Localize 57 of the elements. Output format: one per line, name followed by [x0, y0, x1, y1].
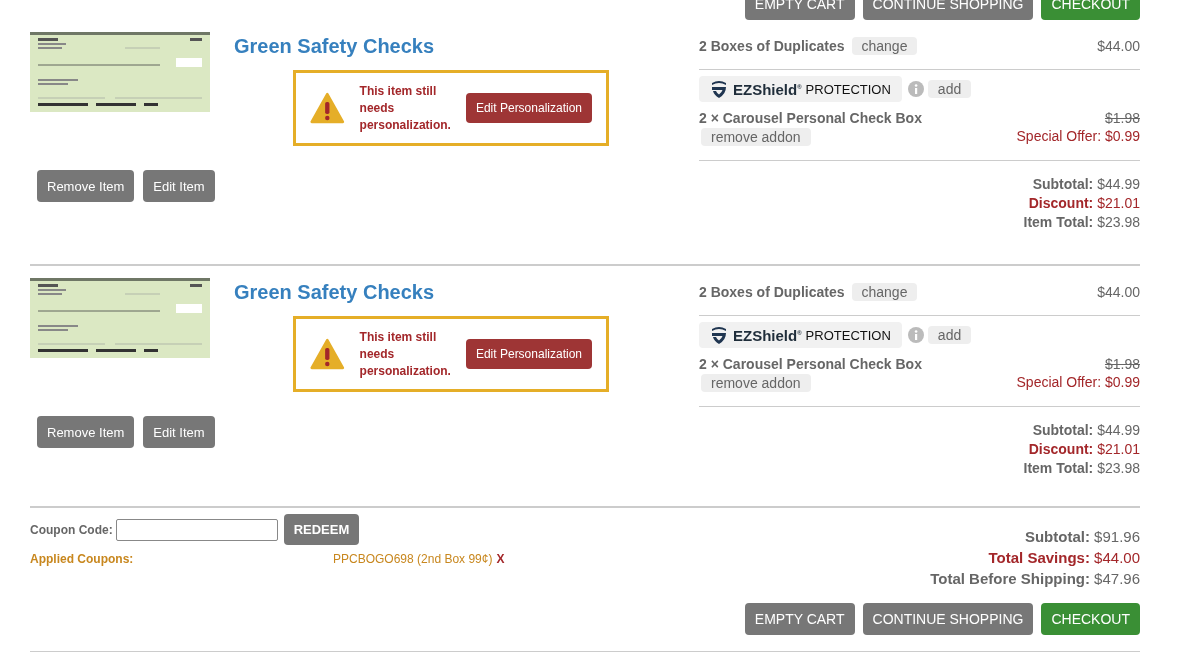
- addon-name: 2 × Carousel Personal Check Box: [699, 356, 922, 372]
- item-action-button[interactable]: Remove Item: [37, 170, 135, 202]
- info-icon[interactable]: [907, 81, 924, 97]
- item-total-line: Discount: $21.01: [1028, 194, 1140, 213]
- product-title[interactable]: Green Safety Checks: [234, 278, 699, 306]
- original-price: $1.98: [1104, 356, 1140, 372]
- special-offer-price: Special Offer: $0.99: [1016, 374, 1140, 390]
- coupon-label: Coupon Code:: [30, 522, 113, 537]
- product-title[interactable]: Green Safety Checks: [234, 32, 699, 60]
- item-total-line: Subtotal: $44.99: [1032, 175, 1140, 194]
- order-total-line: Total Before Shipping: $47.96: [930, 569, 1140, 589]
- remove-addon-button[interactable]: remove addon: [701, 374, 811, 392]
- brand-name: EZShield$^{®}$: [733, 326, 802, 344]
- order-total-line: Total Savings: $44.00: [988, 548, 1140, 568]
- change-button[interactable]: change: [851, 37, 918, 55]
- shield-icon: [709, 79, 729, 99]
- item-action-button[interactable]: Edit Item: [143, 170, 215, 202]
- cart-action-button[interactable]: CONTINUE SHOPPING: [862, 603, 1034, 635]
- item-total-line: Item Total: $23.98: [1023, 213, 1140, 232]
- edit-personalization-button[interactable]: Edit Personalization: [465, 93, 592, 123]
- option-price: $44.00: [1097, 38, 1140, 54]
- order-total-line: Subtotal: $91.96: [1024, 527, 1140, 547]
- change-button[interactable]: change: [851, 283, 918, 301]
- remove-addon-button[interactable]: remove addon: [701, 128, 811, 146]
- protection-label: PROTECTION: [805, 327, 891, 343]
- remove-coupon-link[interactable]: X: [496, 552, 505, 566]
- option-label: 2 Boxes of Duplicates: [699, 38, 845, 54]
- warning-icon: [310, 90, 345, 126]
- protection-label: PROTECTION: [805, 81, 891, 97]
- coupon-input-field[interactable]: [115, 518, 278, 541]
- applied-coupons-label: Applied Coupons:: [30, 552, 135, 566]
- warning-icon: [310, 336, 345, 372]
- item-action-button[interactable]: Edit Item: [143, 416, 215, 448]
- cart-action-button[interactable]: CHECKOUT: [1041, 0, 1140, 20]
- brand-name: EZShield$^{®}$: [733, 80, 802, 98]
- add-button[interactable]: add: [927, 326, 972, 344]
- cart-action-button[interactable]: EMPTY CART: [744, 603, 855, 635]
- add-button[interactable]: add: [927, 80, 972, 98]
- shield-icon: [709, 325, 729, 345]
- coupon-code: PPCBOGO698 (2nd Box 99¢): [333, 552, 493, 566]
- cart-action-button[interactable]: CONTINUE SHOPPING: [862, 0, 1034, 20]
- edit-personalization-button[interactable]: Edit Personalization: [465, 339, 592, 369]
- original-price: $1.98: [1104, 110, 1140, 126]
- redeem-button[interactable]: REDEEM: [283, 514, 360, 545]
- cart-action-button[interactable]: EMPTY CART: [744, 0, 855, 20]
- warning-text: This item still needs personalization.: [359, 82, 451, 134]
- cart-action-button[interactable]: CHECKOUT: [1041, 603, 1140, 635]
- item-action-button[interactable]: Remove Item: [37, 416, 135, 448]
- option-label: 2 Boxes of Duplicates: [699, 284, 845, 300]
- warning-text: This item still needs personalization.: [359, 328, 451, 380]
- item-total-line: Subtotal: $44.99: [1032, 421, 1140, 440]
- addon-name: 2 × Carousel Personal Check Box: [699, 110, 922, 126]
- special-offer-price: Special Offer: $0.99: [1016, 128, 1140, 144]
- info-icon[interactable]: [907, 327, 924, 343]
- option-price: $44.00: [1097, 284, 1140, 300]
- item-total-line: Item Total: $23.98: [1023, 459, 1140, 478]
- item-total-line: Discount: $21.01: [1028, 440, 1140, 459]
